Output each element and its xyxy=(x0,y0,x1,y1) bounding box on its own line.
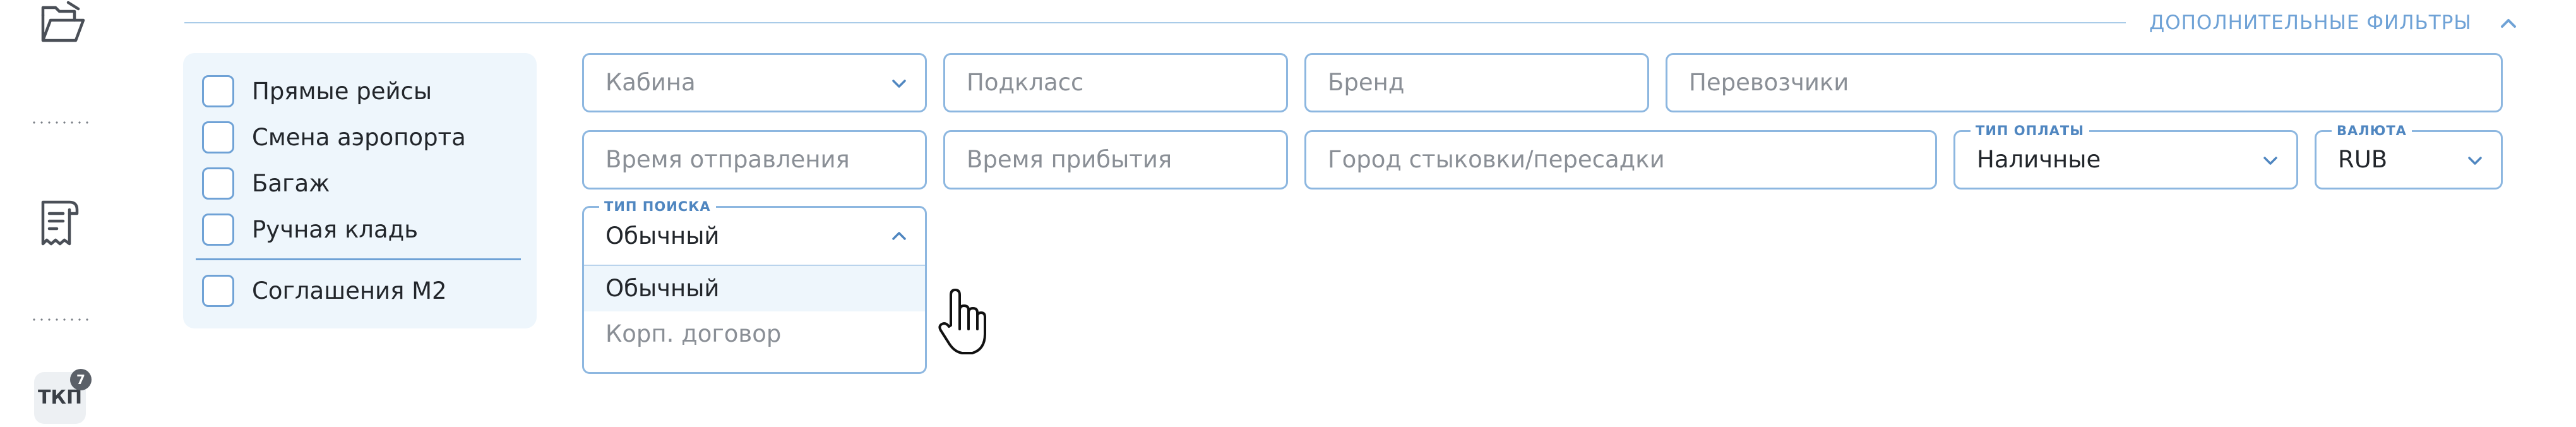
brand-placeholder: Бренд xyxy=(1328,69,1405,96)
carriers-input[interactable]: Перевозчики xyxy=(1666,53,2503,112)
checkbox[interactable] xyxy=(202,167,234,200)
cabin-placeholder: Кабина xyxy=(605,69,696,96)
checkbox[interactable] xyxy=(202,213,234,246)
payment-type-select[interactable]: ТИП ОПЛАТЫ Наличные xyxy=(1953,123,2298,189)
additional-filters-toggle[interactable]: ДОПОЛНИТЕЛЬНЫЕ ФИЛЬТРЫ xyxy=(2149,9,2472,37)
hand-pointer-cursor-icon xyxy=(937,287,987,357)
checkbox-airport-change[interactable]: Смена аэропорта xyxy=(202,120,466,154)
app-root: ТКП 7 ДОПОЛНИТЕЛЬНЫЕ ФИЛЬТРЫ Прямые рейс… xyxy=(0,0,2576,427)
chevron-down-icon xyxy=(2466,151,2484,170)
checkbox[interactable] xyxy=(202,121,234,153)
arrival-time-placeholder: Время прибытия xyxy=(967,146,1172,173)
checkbox-agreements-m2[interactable]: Соглашения М2 xyxy=(202,274,447,308)
search-type-option-regular[interactable]: Обычный xyxy=(584,266,925,311)
checkbox-divider xyxy=(196,258,521,260)
tkp-count-badge: 7 xyxy=(70,369,92,390)
search-type-option-corporate[interactable]: Корп. договор xyxy=(584,311,925,357)
checkbox-baggage[interactable]: Багаж xyxy=(202,166,330,200)
filters-divider xyxy=(184,22,2126,23)
currency-select[interactable]: ВАЛЮТА RUB xyxy=(2315,123,2503,189)
payment-type-value: Наличные xyxy=(1977,146,2101,173)
checkbox[interactable] xyxy=(202,75,234,107)
departure-time-input[interactable]: Время отправления xyxy=(582,130,927,189)
arrival-time-input[interactable]: Время прибытия xyxy=(943,130,1288,189)
checkbox-label: Соглашения М2 xyxy=(252,277,447,304)
search-type-trigger[interactable]: Обычный xyxy=(584,208,925,265)
checkbox-panel: Прямые рейсы Смена аэропорта Багаж Ручна… xyxy=(183,53,537,328)
chevron-down-icon xyxy=(2261,151,2280,170)
option-label: Корп. договор xyxy=(605,320,782,347)
cabin-select[interactable]: Кабина xyxy=(582,53,927,112)
chevron-up-icon xyxy=(890,227,909,246)
rail-separator xyxy=(30,318,92,321)
currency-value: RUB xyxy=(2338,146,2388,173)
transfer-city-placeholder: Город стыковки/пересадки xyxy=(1328,146,1665,173)
chevron-down-icon xyxy=(890,74,909,93)
departure-time-placeholder: Время отправления xyxy=(605,146,850,173)
chevron-up-icon[interactable] xyxy=(2498,13,2519,34)
subclass-placeholder: Подкласс xyxy=(967,69,1084,96)
option-label: Обычный xyxy=(605,275,720,302)
folder-open-icon[interactable] xyxy=(37,1,87,45)
checkbox-label: Прямые рейсы xyxy=(252,77,432,105)
tkp-label: ТКП xyxy=(37,387,83,409)
checkbox-direct-flights[interactable]: Прямые рейсы xyxy=(202,74,432,108)
transfer-city-input[interactable]: Город стыковки/пересадки xyxy=(1304,130,1937,189)
rail-separator xyxy=(30,121,92,124)
checkbox-label: Багаж xyxy=(252,169,330,197)
search-type-select[interactable]: ТИП ПОИСКА Обычный Обычный Корп. договор xyxy=(582,199,927,374)
left-sidebar: ТКП 7 xyxy=(0,0,122,427)
checkbox-label: Смена аэропорта xyxy=(252,123,466,151)
carriers-placeholder: Перевозчики xyxy=(1689,69,1849,96)
brand-input[interactable]: Бренд xyxy=(1304,53,1649,112)
main-panel: ДОПОЛНИТЕЛЬНЫЕ ФИЛЬТРЫ Прямые рейсы Смен… xyxy=(122,0,2576,427)
search-type-value: Обычный xyxy=(605,222,720,250)
checkbox-hand-luggage[interactable]: Ручная кладь xyxy=(202,212,418,246)
receipt-icon[interactable] xyxy=(38,198,82,249)
subclass-input[interactable]: Подкласс xyxy=(943,53,1288,112)
checkbox[interactable] xyxy=(202,274,234,307)
checkbox-label: Ручная кладь xyxy=(252,215,419,243)
